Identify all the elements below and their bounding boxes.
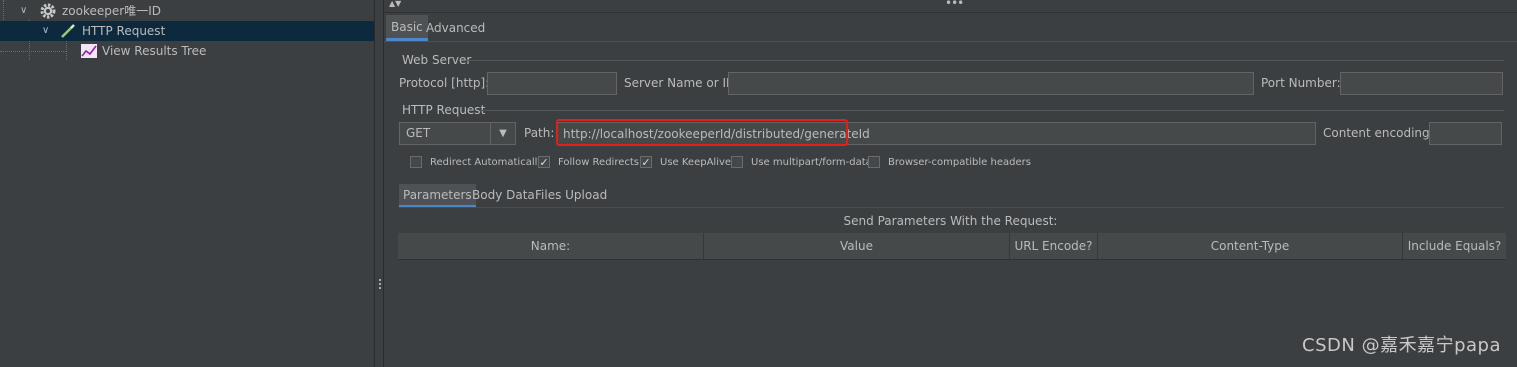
column-header-name[interactable]: Name: xyxy=(398,233,704,259)
test-plan-tree: ∨ zookeeper唯一ID ∨ HTTP Request View Resu… xyxy=(0,0,374,367)
params-table-header: Name: Value URL Encode? Content-Type Inc… xyxy=(398,233,1506,260)
splitter-grip xyxy=(379,283,381,285)
section-divider xyxy=(480,110,1504,111)
tree-item-label: zookeeper唯一ID xyxy=(62,4,161,18)
checkbox-label: Browser-compatible headers xyxy=(888,157,1031,168)
port-number-field[interactable] xyxy=(1340,72,1503,95)
path-highlight-box xyxy=(556,119,848,146)
use-keepalive-checkbox[interactable]: ✓ Use KeepAlive xyxy=(640,156,731,170)
checkbox-box[interactable] xyxy=(410,156,422,168)
tab-advanced[interactable]: Advanced xyxy=(421,15,490,41)
splitter-grip xyxy=(379,287,381,289)
protocol-field[interactable] xyxy=(487,72,617,95)
pipette-icon xyxy=(60,23,76,39)
chevron-down-icon[interactable]: ∨ xyxy=(20,1,27,21)
pane-splitter[interactable] xyxy=(374,0,384,367)
content-encoding-field[interactable] xyxy=(1429,122,1502,145)
params-table-caption: Send Parameters With the Request: xyxy=(843,214,1058,228)
checkbox-box[interactable] xyxy=(731,156,743,168)
checkbox-box[interactable] xyxy=(868,156,880,168)
collapse-arrows-icon[interactable]: ▲▼ xyxy=(389,0,401,8)
http-request-title: HTTP Request xyxy=(402,103,486,117)
column-header-include-equals[interactable]: Include Equals? xyxy=(1403,233,1506,259)
tab-body-data[interactable]: Body Data xyxy=(468,184,539,208)
tab-files-upload[interactable]: Files Upload xyxy=(531,184,611,208)
splitter-grip xyxy=(379,279,381,281)
tree-item-zookeeper[interactable]: ∨ zookeeper唯一ID xyxy=(0,1,374,21)
browser-compatible-headers-checkbox[interactable]: Browser-compatible headers xyxy=(868,156,1031,170)
redirect-automatically-checkbox[interactable]: Redirect Automatically xyxy=(410,156,543,170)
column-header-url-encode[interactable]: URL Encode? xyxy=(1010,233,1098,259)
watermark: CSDN @嘉禾嘉宁papa xyxy=(1302,335,1501,356)
method-select[interactable]: GET ▼ xyxy=(399,122,516,145)
column-header-value[interactable]: Value xyxy=(704,233,1010,259)
chevron-down-icon[interactable]: ∨ xyxy=(42,21,49,41)
web-server-title: Web Server xyxy=(402,53,472,67)
collapse-bar[interactable]: ▲▼ ••• xyxy=(384,0,1517,13)
tab-parameters[interactable]: Parameters xyxy=(399,184,476,208)
protocol-label: Protocol [http]: xyxy=(399,76,490,90)
follow-redirects-checkbox[interactable]: ✓ Follow Redirects xyxy=(538,156,639,170)
checkbox-label: Use multipart/form-data xyxy=(751,157,872,168)
tree-item-view-results-tree[interactable]: View Results Tree xyxy=(0,41,374,61)
check-icon[interactable]: ✓ xyxy=(640,156,652,168)
tree-item-label: View Results Tree xyxy=(102,44,207,58)
checkbox-label: Use KeepAlive xyxy=(660,157,732,168)
method-value: GET xyxy=(406,126,431,140)
chevron-down-icon[interactable]: ▼ xyxy=(490,123,515,144)
tree-item-http-request[interactable]: ∨ HTTP Request xyxy=(0,21,374,41)
gear-icon xyxy=(39,2,57,20)
port-number-label: Port Number: xyxy=(1261,76,1341,90)
check-icon[interactable]: ✓ xyxy=(538,156,550,168)
multipart-form-data-checkbox[interactable]: Use multipart/form-data xyxy=(731,156,872,170)
http-request-panel: ▲▼ ••• Basic Advanced Web Server Protoco… xyxy=(384,0,1517,367)
server-name-field[interactable] xyxy=(728,72,1254,95)
tree-item-label: HTTP Request xyxy=(82,24,166,38)
checkbox-label: Follow Redirects xyxy=(558,157,639,168)
section-divider xyxy=(466,60,1504,61)
drag-handle-icon[interactable]: ••• xyxy=(945,0,964,10)
section-divider xyxy=(399,207,1504,208)
column-header-content-type[interactable]: Content-Type xyxy=(1098,233,1403,259)
checkbox-label: Redirect Automatically xyxy=(430,157,544,168)
chart-icon xyxy=(81,44,97,58)
content-encoding-label: Content encoding: xyxy=(1323,126,1434,140)
path-label: Path: xyxy=(524,126,555,140)
request-tabs: Basic Advanced xyxy=(384,15,1517,42)
server-name-label: Server Name or IP: xyxy=(624,76,738,90)
